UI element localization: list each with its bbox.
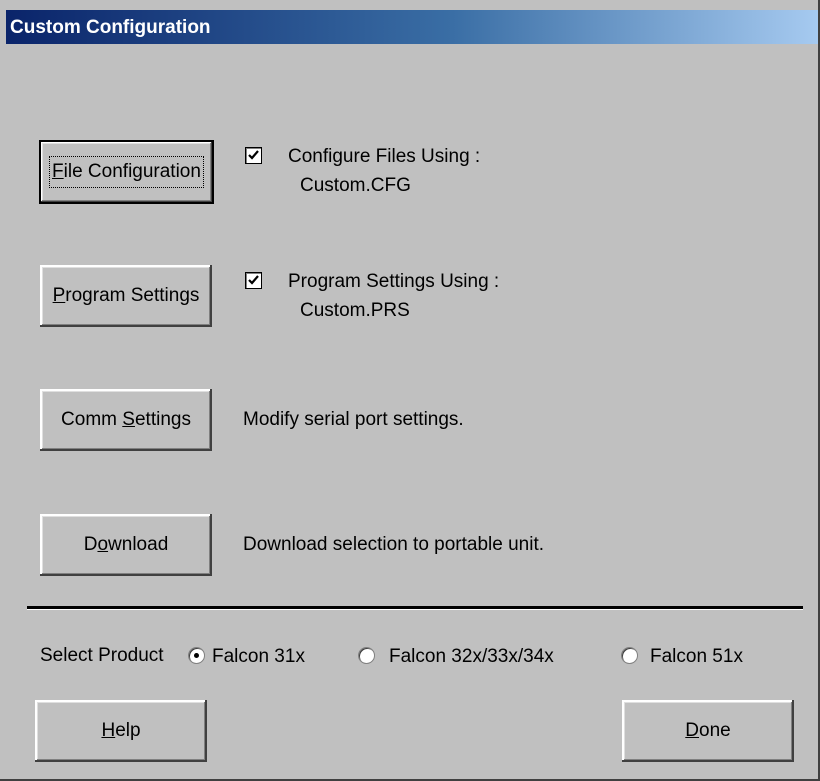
- radio-falcon-32x-33x-34x[interactable]: [358, 647, 375, 664]
- button-label-pre: D: [83, 534, 98, 555]
- button-label-post: ile Configuration: [63, 161, 201, 182]
- configure-files-filename: Custom.CFG: [300, 175, 411, 196]
- radio-selected-dot: [194, 653, 199, 658]
- radio-falcon-51x-label[interactable]: Falcon 51x: [650, 646, 743, 668]
- focus-rectangle: File Configuration: [49, 156, 204, 188]
- separator-line: [27, 606, 803, 610]
- radio-falcon-32x-33x-34x-label[interactable]: Falcon 32x/33x/34x: [389, 646, 554, 668]
- button-label-pre: Comm: [61, 409, 123, 430]
- comm-settings-description: Modify serial port settings.: [243, 409, 464, 430]
- radio-falcon-31x[interactable]: [188, 647, 205, 664]
- configure-files-label: Configure Files Using :: [288, 146, 481, 167]
- checkmark-icon: [248, 150, 259, 160]
- comm-settings-button[interactable]: Comm Settings: [40, 389, 212, 451]
- button-label-post: rogram Settings: [65, 285, 200, 306]
- checkmark-icon: [248, 275, 259, 285]
- program-settings-filename: Custom.PRS: [300, 300, 410, 321]
- program-settings-label: Program Settings Using :: [288, 271, 500, 292]
- button-label-post: ettings: [134, 409, 191, 430]
- button-label-accel: F: [52, 161, 64, 182]
- button-label-accel: H: [101, 720, 116, 741]
- done-button[interactable]: Done: [622, 700, 794, 762]
- download-button[interactable]: Download: [40, 514, 212, 576]
- window-title: Custom Configuration: [10, 17, 211, 38]
- button-label-accel: S: [122, 409, 135, 430]
- help-button[interactable]: Help: [35, 700, 207, 762]
- radio-falcon-51x[interactable]: [621, 647, 638, 664]
- button-label-accel: D: [685, 720, 700, 741]
- button-label-post: elp: [115, 720, 141, 741]
- radio-falcon-31x-label[interactable]: Falcon 31x: [212, 646, 305, 668]
- button-label-accel: o: [97, 534, 109, 555]
- title-bar[interactable]: Custom Configuration: [6, 10, 818, 44]
- download-description: Download selection to portable unit.: [243, 534, 545, 555]
- program-settings-checkbox[interactable]: [245, 272, 262, 289]
- button-label-post: wnload: [108, 534, 169, 555]
- button-label-post: one: [699, 720, 731, 741]
- file-configuration-button[interactable]: File Configuration: [39, 140, 214, 204]
- custom-configuration-dialog: Custom Configuration File Configuration …: [0, 0, 820, 781]
- button-label-accel: P: [52, 285, 66, 306]
- select-product-label: Select Product: [40, 645, 164, 666]
- program-settings-button[interactable]: Program Settings: [40, 265, 212, 327]
- configure-files-checkbox[interactable]: [245, 147, 262, 164]
